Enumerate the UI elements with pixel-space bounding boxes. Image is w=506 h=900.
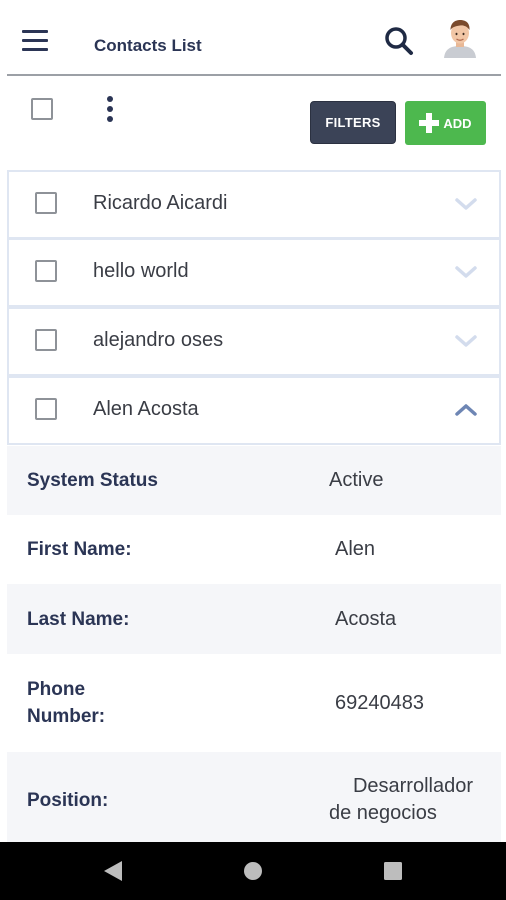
detail-label: Last Name: <box>27 609 130 630</box>
chevron-down-icon[interactable] <box>454 196 478 212</box>
detail-value: Desarrollador de negocios <box>329 773 473 827</box>
chevron-up-icon[interactable] <box>454 402 478 418</box>
detail-label-line: Number: <box>27 706 106 727</box>
page-title: Contacts List <box>94 36 202 55</box>
detail-value-line: Desarrollador <box>352 775 473 797</box>
search-icon[interactable] <box>384 26 414 56</box>
detail-label: First Name: <box>27 539 132 560</box>
contact-row[interactable]: hello world <box>7 238 501 307</box>
avatar[interactable] <box>442 18 478 58</box>
add-button-label: ADD <box>443 115 472 131</box>
contact-row[interactable]: alejandro oses <box>7 307 501 376</box>
contact-name: Alen Acosta <box>93 398 199 420</box>
contact-checkbox[interactable] <box>35 398 57 420</box>
detail-value: Acosta <box>335 608 397 630</box>
contact-name: alejandro oses <box>93 329 224 351</box>
detail-value: 69240483 <box>335 692 424 714</box>
add-button[interactable]: ADD <box>405 101 486 145</box>
contact-checkbox[interactable] <box>35 329 57 351</box>
detail-value: Alen <box>335 538 376 560</box>
detail-position: Position: Desarrollador de negocios <box>7 752 501 842</box>
detail-last-name: Last Name: Acosta <box>7 584 501 654</box>
detail-label: System Status <box>27 470 158 491</box>
filters-button[interactable]: FILTERS <box>310 101 396 144</box>
plus-icon <box>419 113 440 133</box>
header-divider <box>7 74 501 76</box>
select-all-checkbox[interactable] <box>31 98 53 120</box>
chevron-down-icon[interactable] <box>454 333 478 349</box>
more-options-icon[interactable] <box>105 96 115 124</box>
app-header: Contacts List <box>0 0 506 76</box>
detail-label: Position: <box>27 790 109 811</box>
contact-row-expanded[interactable]: Alen Acosta <box>7 376 501 445</box>
detail-value: Active <box>329 469 384 491</box>
menu-icon[interactable] <box>22 30 48 52</box>
detail-first-name: First Name: Alen <box>7 515 501 584</box>
detail-phone-number: Phone Number: 69240483 <box>7 654 501 752</box>
system-navigation-bar <box>0 842 506 900</box>
contact-name: Ricardo Aicardi <box>93 192 228 214</box>
contact-row[interactable]: Ricardo Aicardi <box>7 170 501 239</box>
contact-checkbox[interactable] <box>35 192 57 214</box>
detail-value-line: de negocios <box>329 802 437 824</box>
detail-label: Phone Number: <box>27 676 105 730</box>
contact-checkbox[interactable] <box>35 260 57 282</box>
back-icon[interactable] <box>102 860 124 882</box>
chevron-down-icon[interactable] <box>454 264 478 280</box>
detail-system-status: System Status Active <box>7 446 501 515</box>
recents-icon[interactable] <box>384 862 402 880</box>
detail-label-line: Phone <box>27 679 86 700</box>
home-icon[interactable] <box>243 861 263 881</box>
contact-name: hello world <box>93 260 189 282</box>
